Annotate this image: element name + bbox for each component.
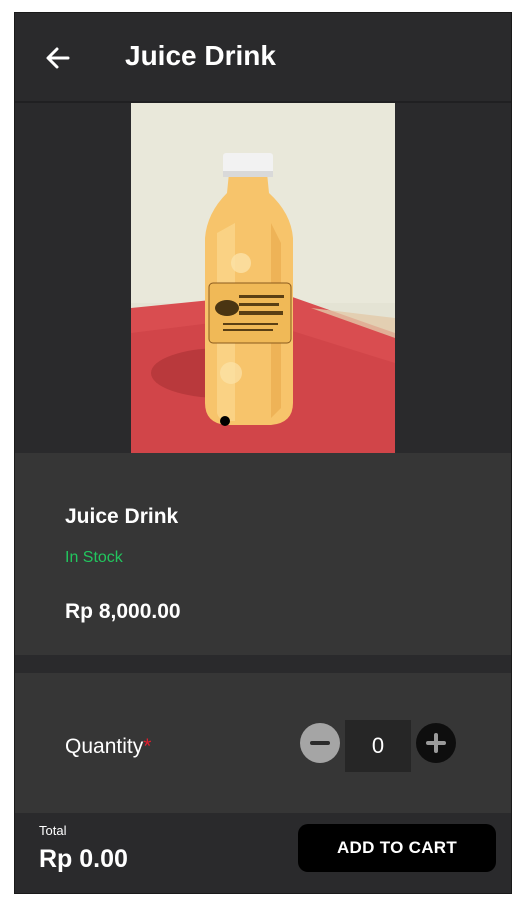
cart-footer: Total Rp 0.00 ADD TO CART	[15, 813, 511, 893]
product-info-card: Juice Drink In Stock Rp 8,000.00	[15, 453, 511, 655]
required-marker: *	[143, 735, 152, 758]
increase-quantity-button[interactable]	[416, 723, 456, 763]
decrease-quantity-button[interactable]	[300, 723, 340, 763]
stock-status: In Stock	[65, 549, 123, 566]
quantity-value[interactable]: 0	[345, 720, 411, 772]
page-title: Juice Drink	[125, 40, 276, 71]
product-name: Juice Drink	[65, 505, 179, 528]
product-image-area	[15, 103, 511, 453]
total-label: Total	[39, 823, 67, 838]
back-button[interactable]	[41, 41, 75, 75]
section-divider	[15, 655, 511, 673]
add-to-cart-button[interactable]: ADD TO CART	[298, 824, 496, 872]
quantity-label: Quantity*	[65, 735, 151, 759]
app-header: Juice Drink	[15, 13, 511, 103]
quantity-section: Quantity* 0	[15, 673, 511, 813]
product-price: Rp 8,000.00	[65, 600, 181, 623]
app-frame: Juice Drink Juice Drink In Stock Rp 8,00…	[14, 12, 512, 894]
total-value: Rp 0.00	[39, 845, 128, 873]
arrow-left-icon	[46, 47, 70, 69]
product-image	[131, 103, 395, 453]
quantity-label-text: Quantity	[65, 735, 144, 758]
